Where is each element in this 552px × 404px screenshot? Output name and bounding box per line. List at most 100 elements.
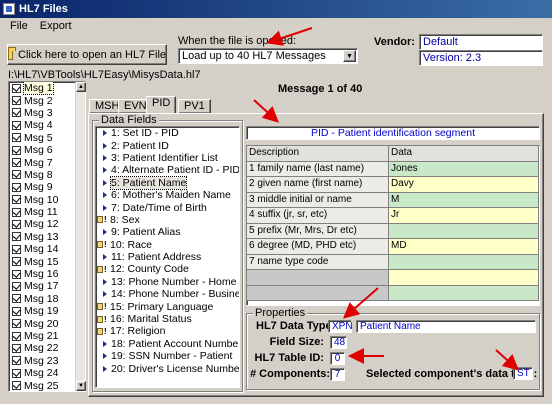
field-tree-item[interactable]: 9: Patient Alias <box>96 226 239 238</box>
message-checkbox[interactable] <box>12 232 21 242</box>
field-tree[interactable]: 1: Set ID - PID 2: Patient ID 3: Patient I… <box>95 126 240 388</box>
message-list-item[interactable]: Msg 22 <box>9 342 85 354</box>
grid-row[interactable]: 5 prefix (Mr, Mrs, Dr etc) <box>247 223 539 239</box>
field-tree-item[interactable]: 2: Patient ID <box>96 139 239 152</box>
grid-row[interactable]: 4 suffix (jr, sr, etc) Jr <box>247 208 539 224</box>
grid-row[interactable]: 6 degree (MD, PHD etc) MD <box>247 239 539 255</box>
component-data-cell[interactable] <box>389 270 539 286</box>
field-tree-item[interactable]: ! 8: Sex <box>96 214 239 226</box>
message-checkbox[interactable] <box>12 158 21 168</box>
message-list-item[interactable]: Msg 14 <box>9 243 85 255</box>
field-tree-item[interactable]: ! 17: Religion <box>96 325 239 337</box>
expand-triangle-icon[interactable] <box>103 340 107 347</box>
field-tree-item[interactable]: 7: Date/Time of Birth <box>96 201 239 214</box>
field-tree-item[interactable]: ! 15: Primary Language <box>96 300 239 313</box>
message-checkbox[interactable] <box>12 120 21 130</box>
expand-triangle-icon[interactable] <box>103 229 107 236</box>
expand-triangle-icon[interactable] <box>103 353 107 360</box>
message-checkbox[interactable] <box>12 195 21 205</box>
component-data-cell[interactable] <box>389 254 539 270</box>
message-checkbox[interactable] <box>12 257 21 267</box>
message-checkbox[interactable] <box>12 182 21 192</box>
message-list-item[interactable]: Msg 5 <box>9 132 85 144</box>
grid-column-header[interactable]: Description <box>247 146 389 162</box>
message-checkbox[interactable] <box>12 319 21 329</box>
open-file-button[interactable]: Click here to open an HL7 File <box>7 44 167 65</box>
field-tree-item[interactable]: 20: Driver's License Number - P <box>96 362 239 375</box>
message-checkbox[interactable] <box>12 145 21 155</box>
menu-export[interactable]: Export <box>34 18 78 34</box>
message-checkbox[interactable] <box>12 170 21 180</box>
message-list-item[interactable]: Msg 11 <box>9 206 85 218</box>
field-tree-item[interactable]: 18: Patient Account Number <box>96 338 239 350</box>
field-tree-item[interactable]: ! 10: Race <box>96 239 239 251</box>
dropdown-arrow-icon[interactable]: ▼ <box>343 50 356 62</box>
message-list-item[interactable]: Msg 2 <box>9 94 85 107</box>
expand-triangle-icon[interactable] <box>103 204 107 211</box>
scroll-up-icon[interactable]: ▲ <box>76 82 86 92</box>
message-list-item[interactable]: Msg 10 <box>9 194 85 206</box>
message-list-item[interactable]: Msg 4 <box>9 119 85 131</box>
tab-pv1[interactable]: PV1 <box>178 99 211 114</box>
message-list-item[interactable]: Msg 18 <box>9 293 85 305</box>
component-data-cell[interactable] <box>389 223 539 239</box>
message-checkbox[interactable] <box>12 294 21 304</box>
field-tree-item[interactable]: 14: Phone Number - Business <box>96 288 239 300</box>
message-list-item[interactable]: Msg 19 <box>9 305 85 317</box>
message-checkbox[interactable] <box>12 331 21 341</box>
field-tree-item[interactable]: ! 16: Marital Status <box>96 313 239 325</box>
expand-triangle-icon[interactable] <box>103 278 107 285</box>
message-checkbox[interactable] <box>12 244 21 254</box>
grid-column-header[interactable]: Data <box>389 146 539 162</box>
message-checkbox[interactable] <box>12 356 21 366</box>
grid-row[interactable] <box>247 285 539 301</box>
expand-triangle-icon[interactable] <box>103 365 107 372</box>
component-data-cell[interactable]: Jones <box>389 161 539 177</box>
message-list-item[interactable]: Msg 1 <box>9 82 85 96</box>
component-data-cell[interactable]: MD <box>389 239 539 255</box>
expand-triangle-icon[interactable] <box>103 154 107 161</box>
message-list-item[interactable]: Msg 13 <box>9 231 85 243</box>
grid-row[interactable] <box>247 270 539 286</box>
message-list-item[interactable]: Msg 21 <box>9 330 85 342</box>
message-list-item[interactable]: Msg 12 <box>9 218 85 230</box>
message-checkbox[interactable] <box>12 343 21 353</box>
message-checkbox[interactable] <box>12 207 21 217</box>
message-list-item[interactable]: Msg 6 <box>9 144 85 156</box>
message-list-item[interactable]: Msg 9 <box>9 181 85 193</box>
expand-triangle-icon[interactable] <box>103 291 107 298</box>
grid-row[interactable]: 3 middle initial or name M <box>247 192 539 208</box>
message-checkbox[interactable] <box>12 368 21 378</box>
field-tree-item[interactable]: 5: Patient Name <box>96 175 239 190</box>
field-tree-item[interactable]: 11: Patient Address <box>96 251 239 263</box>
message-list-item[interactable]: Msg 3 <box>9 107 85 119</box>
expand-triangle-icon[interactable] <box>103 192 107 199</box>
message-checkbox[interactable] <box>12 269 21 279</box>
field-tree-item[interactable]: ! 12: County Code <box>96 263 239 275</box>
message-list-item[interactable]: Msg 8 <box>9 169 85 181</box>
vendor-field[interactable]: Default <box>419 34 543 50</box>
message-checkbox[interactable] <box>12 281 21 291</box>
expand-triangle-icon[interactable] <box>103 130 107 137</box>
expand-triangle-icon[interactable] <box>103 179 107 186</box>
expand-triangle-icon[interactable] <box>103 142 107 149</box>
grid-row[interactable]: 7 name type code <box>247 254 539 270</box>
scroll-down-icon[interactable]: ▼ <box>76 381 86 391</box>
component-grid[interactable]: Description Data 1 family name (last name)… <box>246 145 540 306</box>
message-checkbox[interactable] <box>12 83 21 93</box>
message-list-item[interactable]: Msg 23 <box>9 355 85 367</box>
component-data-cell[interactable]: M <box>389 192 539 208</box>
message-list-item[interactable]: Msg 16 <box>9 268 85 280</box>
expand-triangle-icon[interactable] <box>103 254 107 261</box>
message-checkbox[interactable] <box>12 108 21 118</box>
message-list-item[interactable]: Msg 24 <box>9 367 85 379</box>
field-tree-item[interactable]: 4: Alternate Patient ID - PID <box>96 164 239 176</box>
field-tree-item[interactable]: 1: Set ID - PID <box>96 127 239 139</box>
message-list-item[interactable]: Msg 7 <box>9 156 85 169</box>
expand-triangle-icon[interactable] <box>103 167 107 174</box>
field-tree-item[interactable]: 3: Patient Identifier List <box>96 152 239 164</box>
message-checkbox[interactable] <box>12 381 21 391</box>
message-list-scrollbar[interactable]: ▲ ▼ <box>75 82 86 391</box>
message-list-item[interactable]: Msg 20 <box>9 317 85 330</box>
message-checkbox[interactable] <box>12 133 21 143</box>
